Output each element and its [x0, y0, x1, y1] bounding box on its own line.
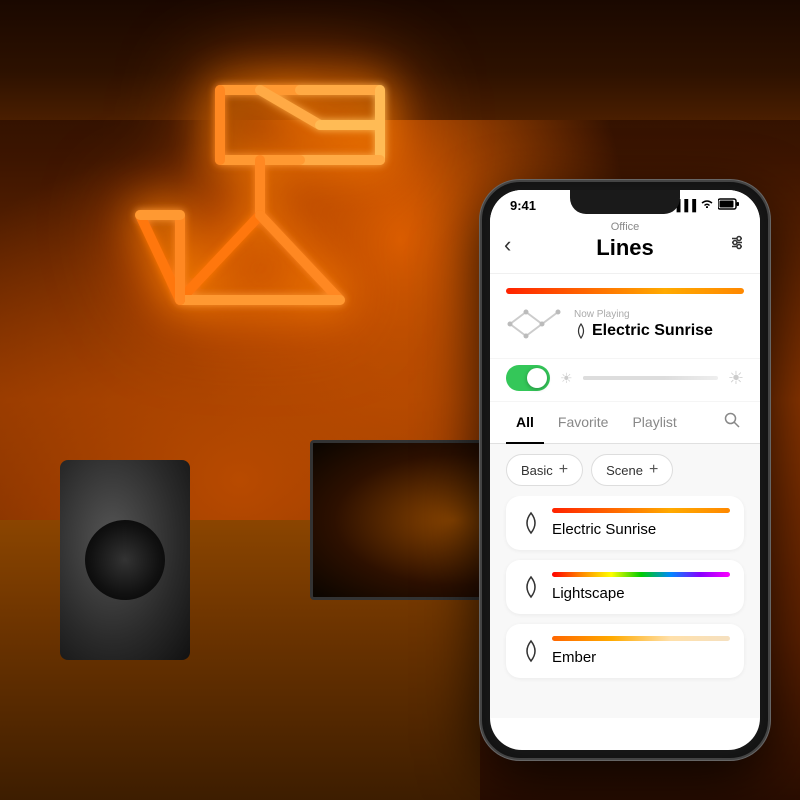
scene-label: Scene — [606, 463, 643, 478]
search-icon[interactable] — [720, 402, 744, 443]
drop-icon — [574, 322, 588, 340]
scene-info-lightscape: Lightscape — [552, 572, 730, 602]
scene-gradient-ember — [552, 636, 730, 641]
now-playing-label: Now Playing — [574, 309, 744, 320]
scene-gradient-lightscape — [552, 572, 730, 577]
brightness-row: ☀ ☀ — [490, 359, 760, 402]
scene-info-electric-sunrise: Electric Sunrise — [552, 508, 730, 538]
power-toggle[interactable] — [506, 365, 550, 391]
scene-plus-icon: + — [649, 461, 658, 479]
drop-icon-electric-sunrise — [520, 510, 542, 536]
scene-type-buttons: Basic + Scene + — [490, 444, 760, 496]
nanoleaf-lines-display — [100, 60, 420, 340]
now-playing-section: Now Playing Electric Sunrise — [490, 274, 760, 359]
status-icons: ▐▐▐ — [673, 198, 740, 213]
header-location: Office — [506, 221, 744, 233]
phone-notch — [570, 190, 680, 214]
scene-card-electric-sunrise[interactable]: Electric Sunrise — [506, 496, 744, 550]
drop-icon-ember — [520, 638, 542, 664]
basic-label: Basic — [521, 463, 553, 478]
brightness-high-icon: ☀ — [728, 368, 744, 389]
scene-button[interactable]: Scene + — [591, 454, 673, 486]
scene-name-electric-sunrise: Electric Sunrise — [552, 521, 730, 538]
drop-icon-lightscape — [520, 574, 542, 600]
now-playing-gradient — [506, 288, 744, 294]
tab-favorite[interactable]: Favorite — [548, 402, 619, 444]
screen-content: 9:41 ▐▐▐ — [490, 190, 760, 718]
scene-card-lightscape[interactable]: Lightscape — [506, 560, 744, 614]
tab-playlist[interactable]: Playlist — [622, 402, 686, 444]
wifi-icon — [700, 198, 714, 213]
now-playing-info: Now Playing Electric Sunrise — [574, 309, 744, 340]
brightness-slider[interactable] — [583, 376, 718, 380]
scene-gradient-electric-sunrise — [552, 508, 730, 513]
scene-name-ember: Ember — [552, 649, 730, 666]
tabs-row: All Favorite Playlist — [490, 402, 760, 444]
basic-button[interactable]: Basic + — [506, 454, 583, 486]
brightness-low-icon: ☀ — [560, 370, 573, 387]
now-playing-name: Electric Sunrise — [574, 322, 744, 340]
scene-info-ember: Ember — [552, 636, 730, 666]
app-header: ‹ Office Lines — [490, 217, 760, 274]
phone-screen: 9:41 ▐▐▐ — [490, 190, 760, 750]
now-playing-row: Now Playing Electric Sunrise — [506, 304, 744, 344]
lines-device-icon — [506, 304, 562, 344]
scene-list: Electric Sunrise Lightscape — [490, 496, 760, 688]
scene-name-lightscape: Lightscape — [552, 585, 730, 602]
scene-card-ember[interactable]: Ember — [506, 624, 744, 678]
settings-button[interactable] — [728, 234, 746, 257]
phone-device: 9:41 ▐▐▐ — [480, 180, 770, 760]
battery-icon — [718, 198, 740, 213]
status-time: 9:41 — [510, 198, 536, 213]
tab-all[interactable]: All — [506, 402, 544, 444]
header-title: Lines — [506, 235, 744, 261]
speaker — [60, 460, 190, 660]
scene-list-area: Basic + Scene + — [490, 444, 760, 718]
back-button[interactable]: ‹ — [504, 232, 511, 258]
phone-body: 9:41 ▐▐▐ — [480, 180, 770, 760]
basic-plus-icon: + — [559, 461, 568, 479]
